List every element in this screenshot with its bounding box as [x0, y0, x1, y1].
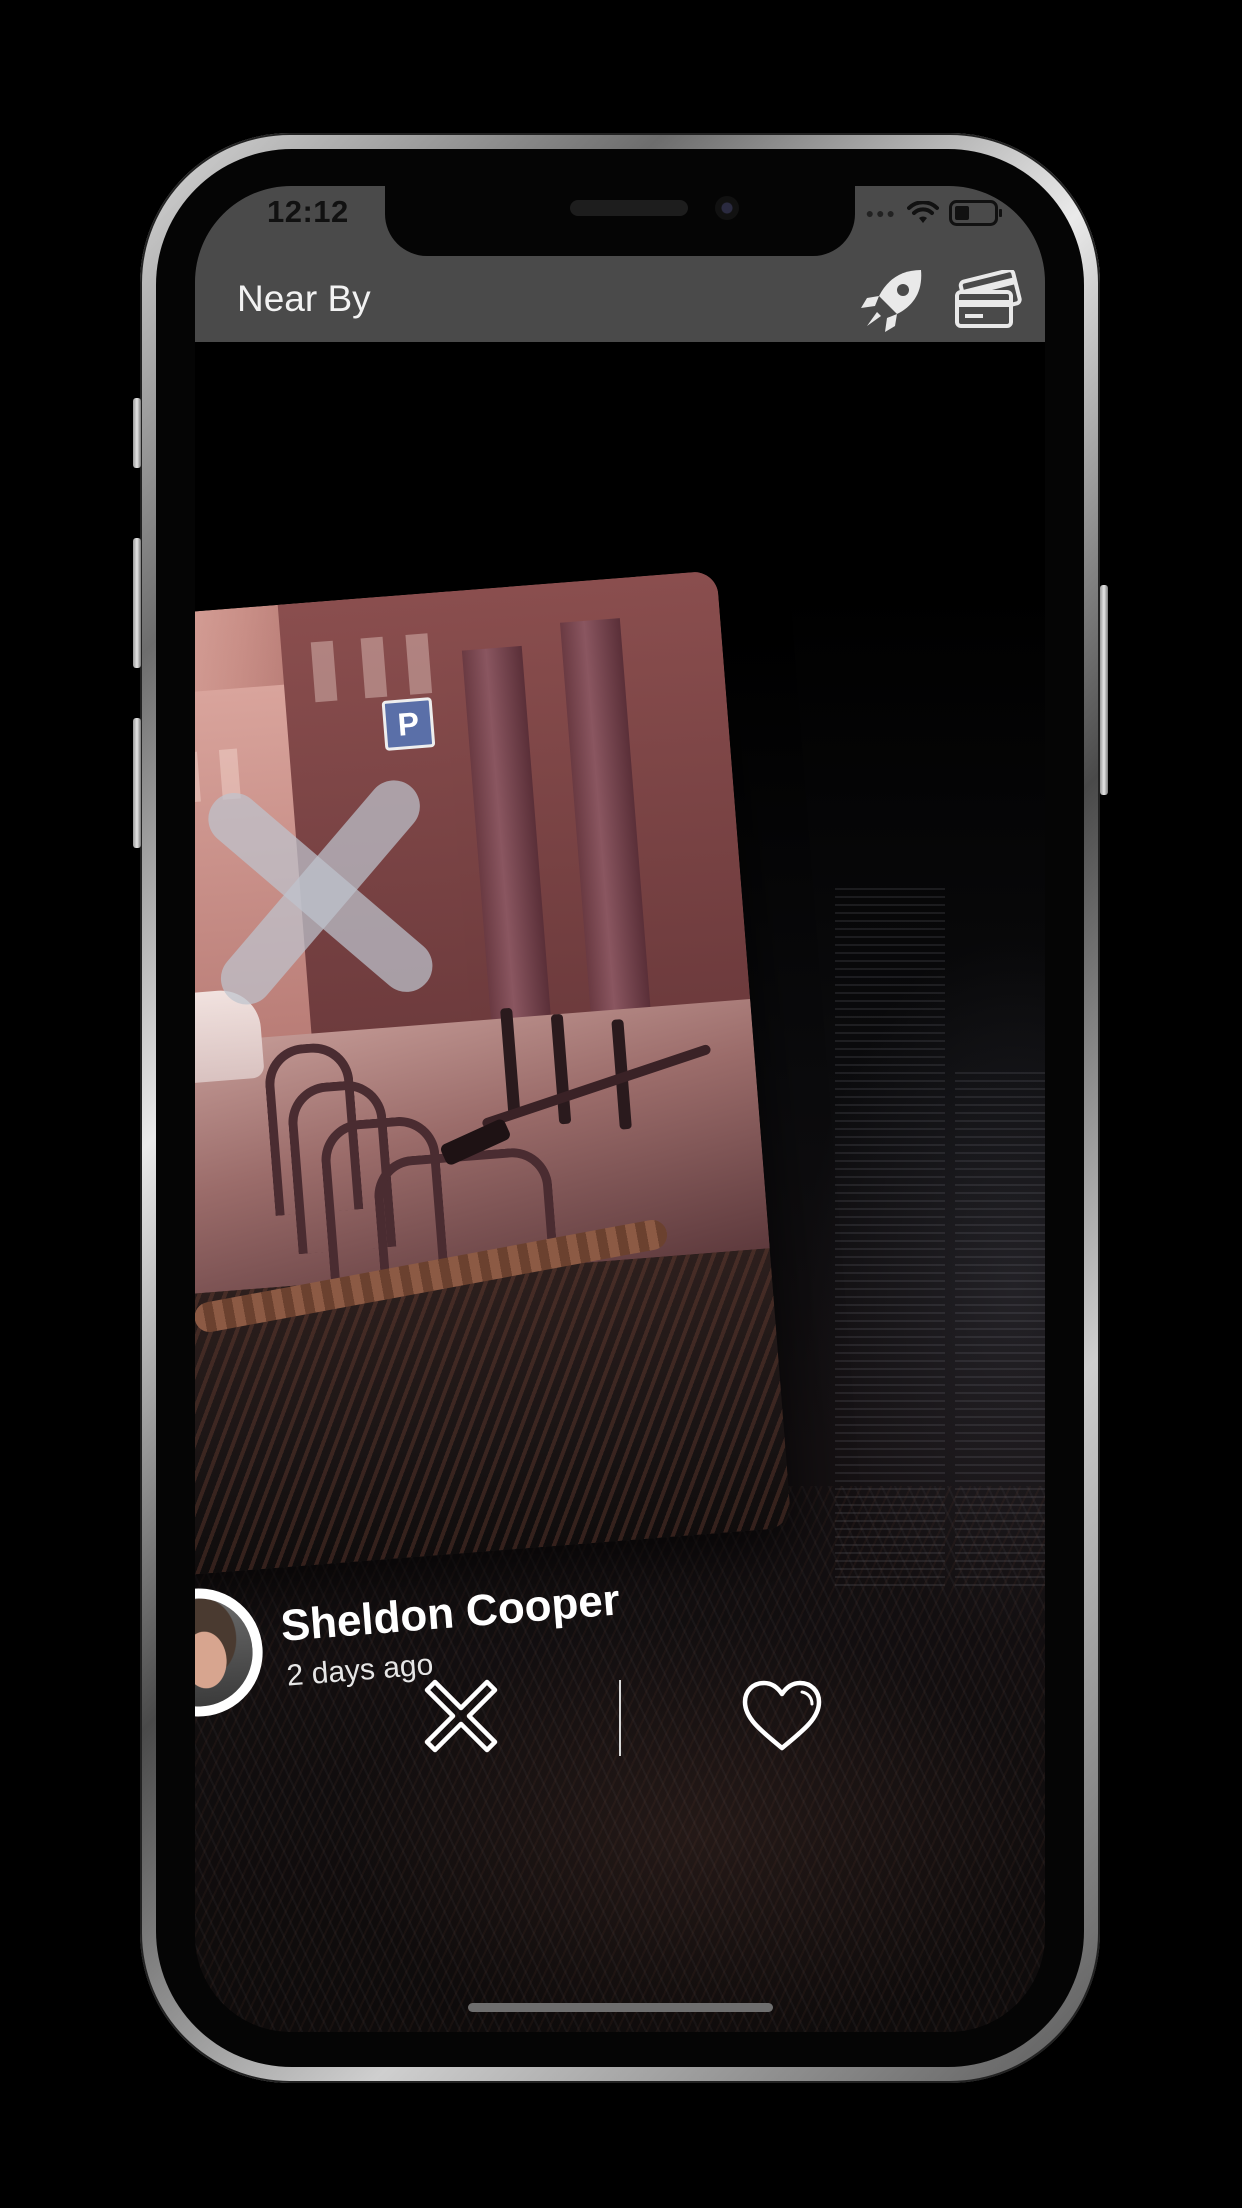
background-light-trails: [195, 1486, 1045, 2032]
heart-icon: [742, 1680, 822, 1751]
nav-bar: Near By: [195, 256, 1045, 342]
earpiece-speaker: [570, 200, 688, 216]
volume-down-button: [133, 718, 141, 848]
card-footer-photo: [195, 1217, 792, 1578]
home-indicator[interactable]: [468, 2003, 773, 2012]
credit-cards-icon: [955, 270, 1022, 328]
close-icon: [424, 1679, 498, 1753]
avatar-photo: [195, 1594, 257, 1711]
power-button: [1100, 585, 1108, 795]
battery-icon: [949, 200, 1002, 226]
signal-icon: ●●●: [865, 205, 897, 221]
front-camera: [715, 196, 739, 220]
notch: [385, 186, 855, 256]
avatar[interactable]: [195, 1583, 268, 1722]
status-icons: ●●●: [866, 200, 1003, 226]
dislike-button[interactable]: [411, 1666, 511, 1766]
volume-up-button: [133, 538, 141, 668]
window: [405, 633, 433, 695]
like-button[interactable]: [732, 1666, 832, 1766]
rocket-icon: [861, 270, 922, 332]
page: 12:12 ●●● Near By P Sheldon Cooper 2 day…: [0, 0, 1242, 2208]
profile-card[interactable]: P: [195, 570, 792, 1578]
screen: 12:12 ●●● Near By P Sheldon Cooper 2 day…: [195, 186, 1045, 2032]
parking-sign: P: [381, 697, 436, 751]
action-divider: [619, 1680, 621, 1756]
page-title: Near By: [237, 278, 371, 319]
card-photo: P: [195, 570, 770, 1299]
wallet-button[interactable]: [951, 262, 1027, 338]
status-time: 12:12: [267, 194, 349, 229]
wifi-icon: [907, 201, 939, 223]
reject-overlay-icon: [208, 780, 433, 1005]
boost-button[interactable]: [855, 262, 931, 338]
background-building: [835, 886, 945, 1586]
window: [360, 636, 388, 699]
window: [310, 640, 338, 703]
silent-switch: [133, 398, 141, 468]
